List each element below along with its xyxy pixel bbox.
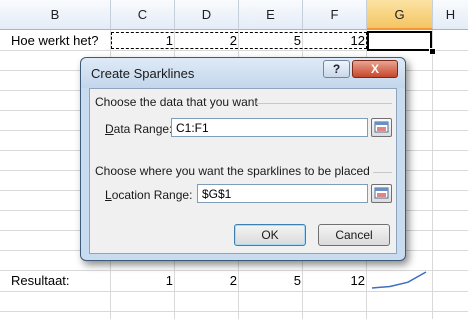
- fill-handle[interactable]: [429, 48, 436, 55]
- dialog-titlebar[interactable]: Create Sparklines ? X: [81, 58, 405, 88]
- cell-c-result[interactable]: 1: [111, 271, 173, 291]
- sparkline[interactable]: [370, 270, 428, 290]
- cancel-button[interactable]: Cancel: [318, 224, 390, 246]
- gridline: [0, 291, 468, 292]
- data-range-label: Data Range:: [105, 122, 173, 136]
- column-header-d[interactable]: D: [175, 0, 239, 30]
- cell-b-result[interactable]: Resultaat:: [11, 271, 70, 291]
- sparkline-line: [371, 271, 427, 289]
- cell-b1[interactable]: Hoe werkt het?: [11, 31, 98, 51]
- column-header-g[interactable]: G: [367, 0, 433, 30]
- gridline: [0, 311, 468, 312]
- location-section-label: Choose where you want the sparklines to …: [95, 164, 370, 178]
- column-header-c[interactable]: C: [111, 0, 175, 30]
- column-header-f[interactable]: F: [303, 0, 367, 30]
- data-section-label: Choose the data that you want: [95, 95, 258, 109]
- data-range-collapse-button[interactable]: [371, 118, 392, 137]
- collapse-dialog-icon: [374, 187, 389, 199]
- gridline: [432, 30, 433, 319]
- column-header-h[interactable]: H: [433, 0, 468, 30]
- section-divider: [373, 172, 392, 173]
- location-range-label: Location Range:: [105, 188, 193, 202]
- close-icon: X: [370, 62, 379, 76]
- collapse-dialog-icon: [374, 121, 389, 133]
- cell-f-result[interactable]: 12: [303, 271, 365, 291]
- cell-d-result[interactable]: 2: [175, 271, 237, 291]
- help-icon: ?: [332, 62, 341, 76]
- close-button[interactable]: X: [352, 60, 398, 78]
- dialog-title: Create Sparklines: [91, 66, 195, 81]
- data-range-input[interactable]: [171, 118, 368, 137]
- column-header-b[interactable]: B: [0, 0, 111, 30]
- location-range-input[interactable]: [197, 184, 368, 203]
- active-cell-g1[interactable]: [367, 31, 432, 51]
- create-sparklines-dialog: Create Sparklines ? X Choose the data th…: [80, 57, 406, 261]
- location-range-collapse-button[interactable]: [371, 184, 392, 203]
- help-button[interactable]: ?: [323, 60, 350, 78]
- copy-marquee: [111, 32, 367, 49]
- ok-button[interactable]: OK: [234, 224, 306, 246]
- section-divider: [256, 103, 392, 104]
- column-header-e[interactable]: E: [239, 0, 303, 30]
- cell-e-result[interactable]: 5: [239, 271, 301, 291]
